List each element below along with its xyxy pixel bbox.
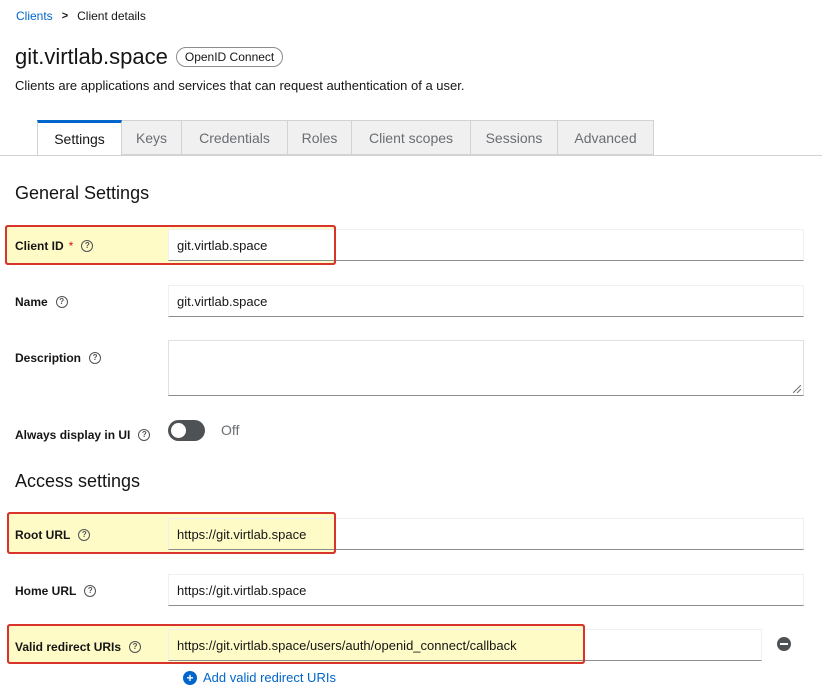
name-input[interactable]: git.virtlab.space bbox=[168, 285, 804, 317]
always-display-state: Off bbox=[221, 422, 240, 438]
general-settings-heading: General Settings bbox=[15, 183, 150, 203]
tab-advanced[interactable]: Advanced bbox=[558, 120, 654, 155]
breadcrumb-separator-icon: > bbox=[61, 10, 69, 22]
add-redirect-uri-button[interactable]: + Add valid redirect URIs bbox=[183, 670, 336, 685]
tab-settings[interactable]: Settings bbox=[37, 120, 122, 155]
help-icon[interactable]: ? bbox=[81, 240, 94, 252]
resize-handle-icon[interactable] bbox=[793, 385, 801, 393]
root-url-label: Root URL ? bbox=[15, 528, 91, 542]
home-url-input[interactable]: https://git.virtlab.space bbox=[168, 574, 804, 606]
tab-divider bbox=[0, 155, 822, 156]
client-id-label: Client ID * ? bbox=[15, 239, 94, 253]
toggle-knob bbox=[171, 423, 186, 438]
breadcrumb: Clients > Client details bbox=[16, 9, 146, 23]
add-redirect-label: Add valid redirect URIs bbox=[203, 670, 336, 685]
client-id-label-text: Client ID bbox=[15, 239, 64, 253]
always-display-label-text: Always display in UI bbox=[15, 428, 131, 442]
redirect-uri-input[interactable]: https://git.virtlab.space/users/auth/ope… bbox=[168, 629, 762, 661]
breadcrumb-clients-link[interactable]: Clients bbox=[16, 9, 53, 23]
page-title: git.virtlab.space bbox=[15, 44, 168, 69]
help-icon[interactable]: ? bbox=[78, 529, 91, 541]
remove-redirect-icon[interactable] bbox=[777, 637, 791, 651]
home-url-label: Home URL ? bbox=[15, 584, 97, 598]
redirect-label-text: Valid redirect URIs bbox=[15, 640, 122, 654]
always-display-label: Always display in UI ? bbox=[15, 428, 151, 442]
description-label-text: Description bbox=[15, 351, 82, 365]
help-icon[interactable]: ? bbox=[55, 296, 68, 308]
help-icon[interactable]: ? bbox=[84, 585, 97, 597]
protocol-badge: OpenID Connect bbox=[175, 47, 284, 67]
home-url-value: https://git.virtlab.space bbox=[177, 582, 307, 598]
tab-credentials[interactable]: Credentials bbox=[182, 120, 288, 155]
redirect-label: Valid redirect URIs ? bbox=[15, 640, 142, 654]
name-value: git.virtlab.space bbox=[177, 293, 268, 309]
tab-client-scopes[interactable]: Client scopes bbox=[352, 120, 471, 155]
plus-circle-icon: + bbox=[183, 670, 197, 685]
tab-sessions[interactable]: Sessions bbox=[471, 120, 558, 155]
always-display-toggle[interactable] bbox=[168, 420, 205, 441]
tab-keys[interactable]: Keys bbox=[122, 120, 182, 155]
root-url-input[interactable]: https://git.virtlab.space bbox=[168, 518, 804, 550]
root-url-label-text: Root URL bbox=[15, 528, 71, 542]
page-subtitle: Clients are applications and services th… bbox=[15, 78, 465, 93]
description-label: Description ? bbox=[15, 351, 102, 365]
client-id-value: git.virtlab.space bbox=[177, 237, 268, 253]
access-settings-heading: Access settings bbox=[15, 471, 141, 491]
help-icon[interactable]: ? bbox=[89, 352, 102, 364]
client-id-input[interactable]: git.virtlab.space bbox=[168, 229, 804, 261]
name-label-text: Name bbox=[15, 295, 48, 309]
page-header: git.virtlab.space OpenID Connect bbox=[15, 44, 284, 70]
root-url-value: https://git.virtlab.space bbox=[177, 526, 307, 542]
description-textarea[interactable] bbox=[168, 340, 804, 396]
required-marker: * bbox=[68, 239, 74, 253]
home-url-label-text: Home URL bbox=[15, 584, 77, 598]
name-label: Name ? bbox=[15, 295, 68, 309]
tab-bar: Settings Keys Credentials Roles Client s… bbox=[37, 120, 654, 155]
help-icon[interactable]: ? bbox=[138, 429, 151, 441]
help-icon[interactable]: ? bbox=[129, 641, 142, 653]
tab-roles[interactable]: Roles bbox=[288, 120, 352, 155]
redirect-uri-value: https://git.virtlab.space/users/auth/ope… bbox=[177, 637, 517, 653]
breadcrumb-current: Client details bbox=[77, 9, 146, 23]
